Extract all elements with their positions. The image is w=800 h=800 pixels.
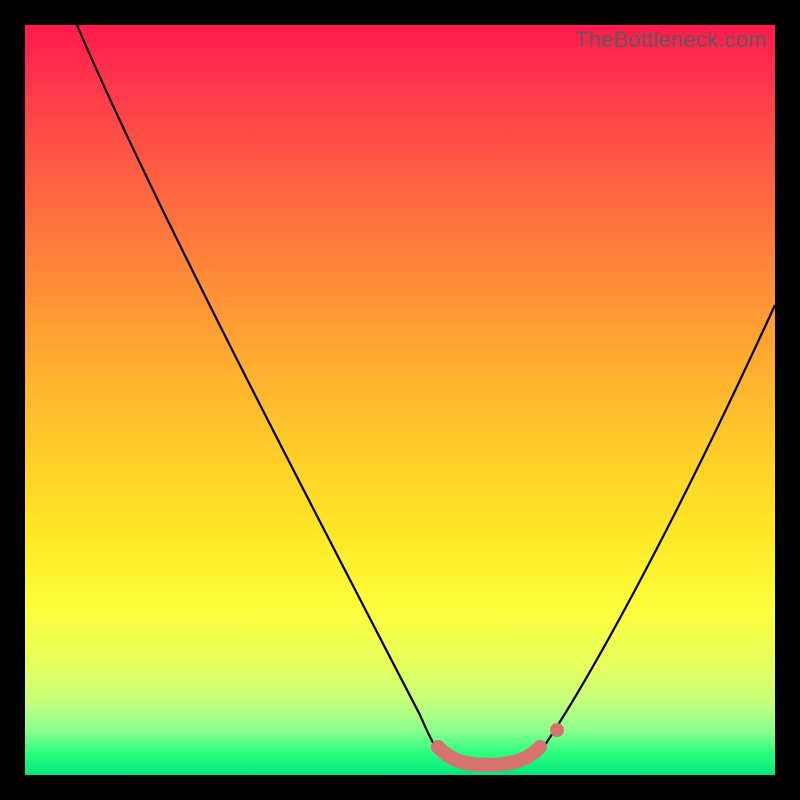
highlight-dot bbox=[550, 723, 564, 737]
bottleneck-curve bbox=[77, 25, 775, 767]
curve-layer bbox=[25, 25, 775, 775]
chart-stage: TheBottleneck.com bbox=[0, 0, 800, 800]
highlight-region bbox=[438, 747, 540, 765]
plot-area: TheBottleneck.com bbox=[25, 25, 775, 775]
